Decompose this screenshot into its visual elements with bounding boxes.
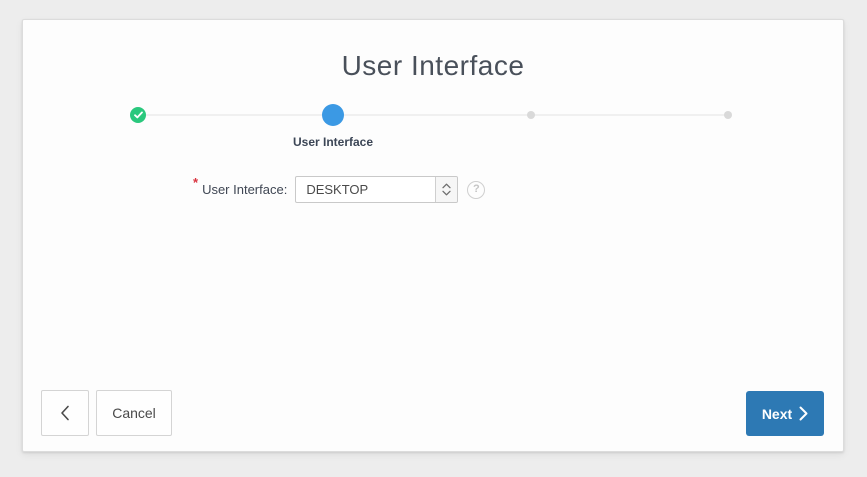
- chevron-left-icon: [60, 405, 70, 421]
- required-marker: *: [193, 175, 198, 190]
- form-row: * User Interface: DESKTOP ?: [193, 172, 485, 207]
- next-button[interactable]: Next: [746, 391, 824, 436]
- check-icon: [134, 111, 143, 119]
- wizard-title: User Interface: [23, 50, 843, 82]
- wizard-stepper: User Interface: [23, 96, 845, 176]
- select-value: DESKTOP: [296, 177, 435, 202]
- select-spinner[interactable]: [435, 177, 457, 202]
- step-marker-3-pending: [527, 111, 535, 119]
- step-marker-1-complete: [130, 107, 146, 123]
- field-label: User Interface:: [202, 182, 287, 197]
- page-background: User Interface User Interface * User Int…: [0, 0, 867, 477]
- wizard-dialog: User Interface User Interface * User Int…: [22, 19, 844, 452]
- help-icon[interactable]: ?: [467, 181, 485, 199]
- stepper-line: [138, 114, 728, 116]
- chevron-right-icon: [799, 406, 808, 421]
- step-marker-2-current: User Interface: [322, 104, 344, 126]
- next-button-label: Next: [762, 406, 792, 422]
- user-interface-select[interactable]: DESKTOP: [295, 176, 458, 203]
- step-label: User Interface: [293, 135, 373, 149]
- step-marker-4-pending: [724, 111, 732, 119]
- cancel-button[interactable]: Cancel: [96, 390, 172, 436]
- back-button[interactable]: [41, 390, 89, 436]
- chevron-down-icon: [442, 190, 451, 196]
- chevron-up-icon: [442, 183, 451, 189]
